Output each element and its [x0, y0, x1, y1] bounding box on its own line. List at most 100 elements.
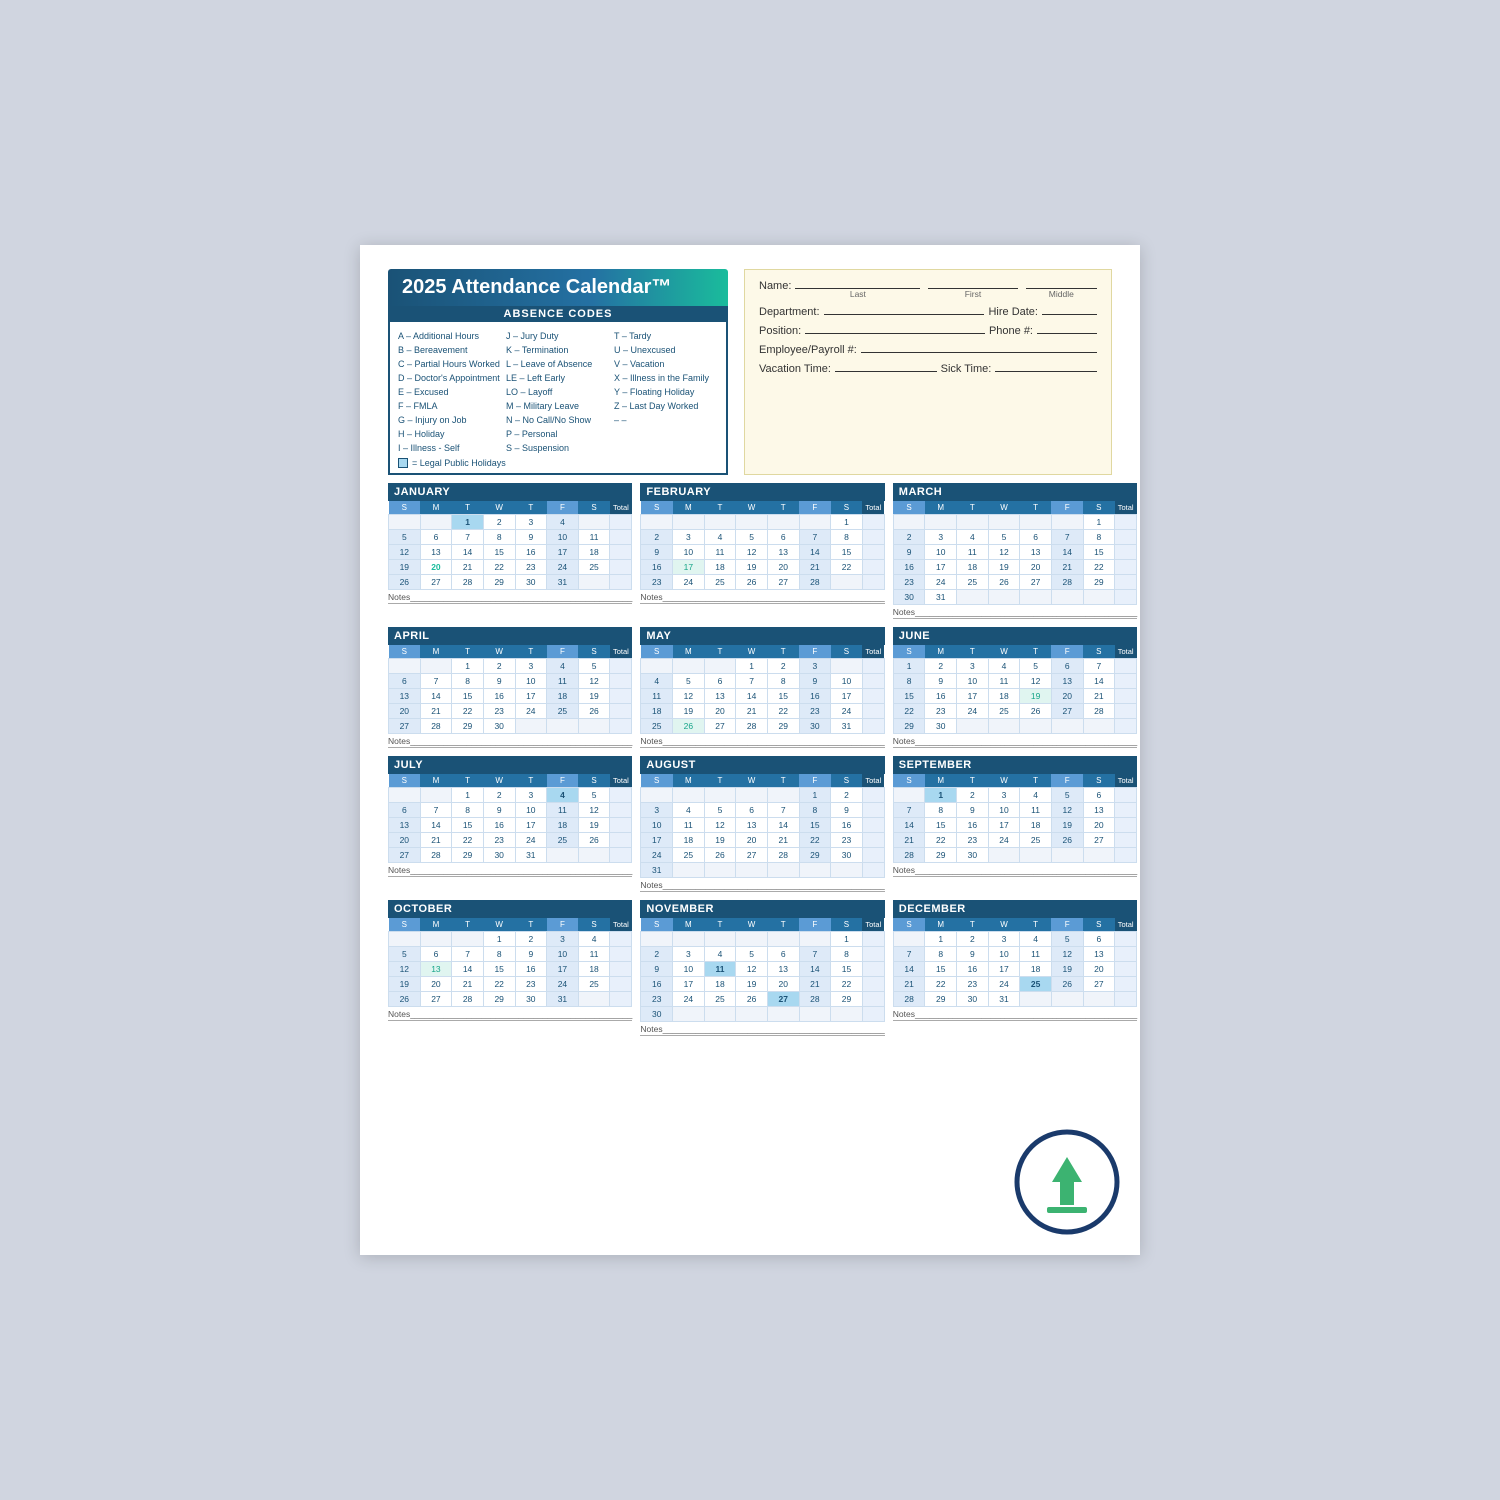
holiday-box-icon [398, 458, 408, 468]
calendar-day: 27 [1020, 575, 1052, 590]
calendar-day: 2 [641, 530, 673, 545]
day-header: S [389, 918, 421, 932]
calendar-day: 25 [988, 704, 1020, 719]
calendar-day: 17 [831, 689, 863, 704]
calendar-day: 26 [578, 704, 610, 719]
calendar-day: 5 [389, 530, 421, 545]
calendar-day: 12 [389, 962, 421, 977]
calendar-day: 20 [1020, 560, 1052, 575]
calendar-day: 23 [799, 704, 831, 719]
calendar-day: 14 [420, 818, 452, 833]
position-field-line: Position: Phone #: [759, 325, 1097, 337]
total-cell [610, 659, 632, 674]
calendar-day: 23 [515, 977, 547, 992]
calendar-day: 11 [1020, 947, 1052, 962]
day-header: M [673, 774, 705, 788]
calendar-day: 30 [957, 992, 989, 1007]
absence-code-item: U – Unexcused [614, 344, 718, 358]
calendar-day [767, 515, 799, 530]
calendar-day: 4 [1020, 932, 1052, 947]
calendar-day: 4 [547, 659, 579, 674]
total-cell [862, 833, 884, 848]
calendar-day: 13 [1083, 803, 1115, 818]
calendar-day: 26 [578, 833, 610, 848]
absence-code-item: E – Excused [398, 386, 502, 400]
calendar-day: 15 [767, 689, 799, 704]
day-header: S [641, 774, 673, 788]
calendar-day: 17 [988, 818, 1020, 833]
calendar-day: 21 [1083, 689, 1115, 704]
calendar-day [641, 788, 673, 803]
calendar-day: 20 [1083, 818, 1115, 833]
calendar-day [704, 788, 736, 803]
calendar-day: 25 [547, 704, 579, 719]
calendar-day: 20 [420, 977, 452, 992]
calendar-day: 6 [704, 674, 736, 689]
calendar-day: 4 [641, 674, 673, 689]
day-header: S [1083, 774, 1115, 788]
total-cell [610, 932, 632, 947]
calendar-day: 6 [389, 803, 421, 818]
day-header: S [641, 645, 673, 659]
calendar-day: 11 [704, 545, 736, 560]
calendar-day: 18 [957, 560, 989, 575]
day-header: W [736, 645, 768, 659]
download-icon[interactable] [1012, 1127, 1122, 1237]
calendar-day [1083, 848, 1115, 863]
calendar-day: 10 [925, 545, 957, 560]
calendar-day: 22 [1083, 560, 1115, 575]
calendar-day: 16 [799, 689, 831, 704]
day-header: F [799, 774, 831, 788]
calendar-day: 13 [1020, 545, 1052, 560]
notes-line: Notes___________________________________… [893, 736, 1137, 748]
notes-line: Notes___________________________________… [388, 736, 632, 748]
calendar-day: 6 [420, 530, 452, 545]
calendar-day: 25 [578, 977, 610, 992]
calendar-day: 15 [831, 962, 863, 977]
calendar-day: 31 [547, 992, 579, 1007]
total-cell [1115, 560, 1137, 575]
calendar-day: 19 [389, 977, 421, 992]
calendar-day: 24 [673, 992, 705, 1007]
day-header: S [1083, 645, 1115, 659]
calendar-day: 24 [641, 848, 673, 863]
calendar-day: 7 [799, 947, 831, 962]
calendar-day: 7 [452, 947, 484, 962]
day-header: S [578, 774, 610, 788]
position-label: Position: [759, 325, 801, 337]
calendar-day: 3 [799, 659, 831, 674]
day-header: M [420, 918, 452, 932]
calendar-day: 25 [957, 575, 989, 590]
total-cell [1115, 932, 1137, 947]
day-header: S [831, 645, 863, 659]
calendar-day: 10 [831, 674, 863, 689]
calendar-day: 19 [578, 818, 610, 833]
calendar-day: 16 [893, 560, 925, 575]
day-header: F [799, 918, 831, 932]
calendar-day: 23 [515, 560, 547, 575]
calendar-day: 17 [547, 545, 579, 560]
calendar-day: 1 [925, 932, 957, 947]
calendar-day: 13 [1051, 674, 1083, 689]
calendar-day: 29 [767, 719, 799, 734]
total-cell [862, 803, 884, 818]
day-header: M [420, 645, 452, 659]
calendar-day [578, 719, 610, 734]
absence-code-item: C – Partial Hours Worked [398, 358, 502, 372]
calendar-day [389, 788, 421, 803]
total-cell [1115, 545, 1137, 560]
calendar-day [1051, 515, 1083, 530]
calendar-day: 24 [988, 977, 1020, 992]
calendar-day: 8 [483, 530, 515, 545]
day-header: T [704, 774, 736, 788]
calendar-day: 15 [1083, 545, 1115, 560]
day-header: M [925, 918, 957, 932]
calendar-day: 3 [515, 515, 547, 530]
calendar-day: 20 [767, 560, 799, 575]
calendar-day: 9 [799, 674, 831, 689]
calendar-day: 20 [767, 977, 799, 992]
download-overlay[interactable] [1012, 1127, 1122, 1237]
calendar-day: 6 [1083, 932, 1115, 947]
day-header: T [767, 645, 799, 659]
day-header: W [988, 774, 1020, 788]
